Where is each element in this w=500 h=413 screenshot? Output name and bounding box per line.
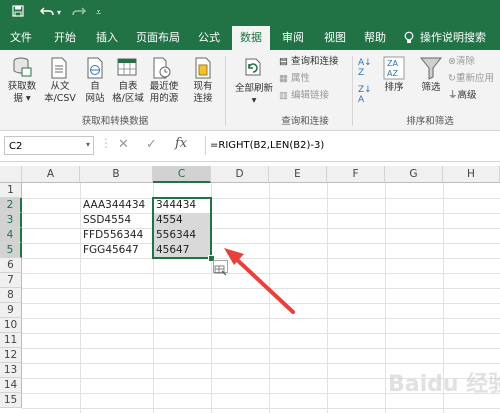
from-web-label-2: 网站 bbox=[85, 93, 105, 104]
formula-bar: C2 ▾ ⋮ ✕ ✓ fx =RIGHT(B2,LEN(B2)-3) bbox=[0, 131, 500, 162]
queries-connections-label: 查询和连接 bbox=[291, 56, 339, 67]
tell-me-search[interactable]: 操作说明搜索 bbox=[420, 26, 498, 50]
from-web-label-1: 自 bbox=[90, 81, 100, 92]
clear-filter-icon: ⊗ bbox=[448, 56, 456, 67]
advanced-filter-icon: ⏚ bbox=[448, 90, 458, 101]
enter-icon[interactable]: ✓ bbox=[146, 137, 157, 152]
group-separator bbox=[225, 56, 226, 126]
name-box[interactable]: C2 bbox=[4, 136, 94, 155]
watermark: Baidu 经验 bbox=[388, 372, 500, 397]
queries-connections-button[interactable]: ▤ 查询和连接 bbox=[279, 55, 339, 68]
clear-filter-button[interactable]: ⊗清除 bbox=[448, 55, 475, 68]
tab-review[interactable]: 审阅 bbox=[276, 26, 310, 50]
formula-input[interactable]: =RIGHT(B2,LEN(B2)-3) bbox=[205, 136, 497, 155]
recent-sources-button[interactable]: 最近使 用的源 bbox=[145, 81, 183, 105]
from-text-csv-button[interactable]: 从文 本/CSV bbox=[40, 81, 80, 105]
tab-file[interactable]: 文件 bbox=[4, 26, 38, 50]
get-data-icon bbox=[12, 56, 32, 82]
refresh-all-icon bbox=[240, 55, 264, 83]
existing-conn-label-2: 连接 bbox=[193, 93, 213, 104]
group-separator bbox=[352, 56, 353, 126]
properties-button[interactable]: ▦ 属性 bbox=[279, 72, 310, 85]
web-page-icon bbox=[86, 57, 104, 83]
lightbulb-icon bbox=[402, 26, 416, 50]
get-data-button[interactable]: 获取数 据 ▾ bbox=[4, 81, 40, 105]
redo-icon[interactable] bbox=[72, 0, 87, 26]
recent-sources-label-2: 用的源 bbox=[149, 93, 179, 104]
table-icon bbox=[117, 57, 137, 81]
existing-connections-button[interactable]: 现有 连接 bbox=[186, 81, 220, 105]
tab-page-layout[interactable]: 页面布局 bbox=[128, 26, 188, 50]
svg-text:ZA: ZA bbox=[387, 59, 398, 68]
spreadsheet-grid: A B C D E F G H 1 2 3 4 5 6 7 8 9 10 11 … bbox=[0, 166, 500, 413]
sort-z-a-icon[interactable]: Z↓ A bbox=[358, 85, 372, 105]
from-table-label-1: 自表 bbox=[118, 81, 138, 92]
ribbon-tabs: 文件 开始 插入 页面布局 公式 数据 审阅 视图 帮助 操作说明搜索 bbox=[0, 26, 500, 50]
tab-home[interactable]: 开始 bbox=[48, 26, 82, 50]
tab-view[interactable]: 视图 bbox=[318, 26, 352, 50]
tab-data[interactable]: 数据 bbox=[232, 26, 270, 50]
tab-insert[interactable]: 插入 bbox=[90, 26, 124, 50]
edit-links-button[interactable]: ▥ 编辑链接 bbox=[279, 89, 329, 102]
sort-button[interactable]: 排序 bbox=[378, 82, 410, 94]
group-label-queries: 查询和连接 bbox=[281, 116, 329, 127]
recent-sources-icon bbox=[152, 57, 172, 83]
properties-label: 属性 bbox=[291, 73, 311, 84]
from-web-button[interactable]: 自 网站 bbox=[80, 81, 110, 105]
advanced-filter-label: 高级 bbox=[457, 90, 477, 101]
get-data-label-2: 据 ▾ bbox=[13, 93, 31, 104]
customize-qat-icon[interactable]: ⩡ bbox=[96, 0, 101, 26]
clear-filter-label: 清除 bbox=[455, 56, 475, 67]
name-box-dropdown-icon[interactable]: ▾ bbox=[86, 140, 90, 149]
from-table-range-button[interactable]: 自表 格/区域 bbox=[108, 81, 148, 105]
tab-formulas[interactable]: 公式 bbox=[192, 26, 226, 50]
from-text-label-1: 从文 bbox=[50, 81, 70, 92]
text-file-icon bbox=[50, 57, 68, 83]
reapply-filter-label: 重新应用 bbox=[455, 73, 494, 84]
existing-connections-icon bbox=[194, 57, 212, 83]
queries-connections-icon: ▤ bbox=[279, 56, 288, 67]
ribbon: 获取数 据 ▾ 从文 本/CSV 自 网站 自表 格/区域 最近使 用的源 现有… bbox=[0, 50, 500, 131]
edit-links-icon: ▥ bbox=[279, 90, 288, 101]
svg-text:AZ: AZ bbox=[387, 69, 398, 78]
undo-icon[interactable] bbox=[39, 0, 54, 26]
from-table-label-2: 格/区域 bbox=[112, 93, 144, 104]
filter-button[interactable]: 筛选 bbox=[415, 82, 447, 94]
refresh-all-dropdown-icon: ▾ bbox=[251, 95, 257, 106]
filter-icon bbox=[419, 56, 443, 84]
save-icon[interactable] bbox=[12, 0, 24, 26]
reapply-filter-button[interactable]: ↻重新应用 bbox=[448, 72, 494, 85]
sort-a-z-icon[interactable]: A↓ Z bbox=[358, 58, 372, 78]
undo-dropdown-icon[interactable]: ▾ bbox=[57, 0, 61, 26]
group-label-sort-filter: 排序和筛选 bbox=[406, 116, 454, 127]
refresh-all-label: 全部刷新 bbox=[234, 83, 273, 94]
insert-function-icon[interactable]: fx bbox=[175, 136, 187, 151]
properties-icon: ▦ bbox=[279, 73, 288, 84]
title-bar: ▾ ⩡ bbox=[0, 0, 500, 26]
cancel-icon[interactable]: ✕ bbox=[118, 137, 129, 152]
advanced-filter-button[interactable]: ⏚高级 bbox=[448, 89, 477, 102]
recent-sources-label-1: 最近使 bbox=[149, 81, 179, 92]
from-text-label-2: 本/CSV bbox=[44, 93, 76, 104]
get-data-label-1: 获取数 bbox=[7, 81, 37, 92]
tab-help[interactable]: 帮助 bbox=[358, 26, 392, 50]
reapply-filter-icon: ↻ bbox=[448, 73, 456, 84]
sort-icon: ZA AZ bbox=[383, 56, 405, 84]
existing-conn-label-1: 现有 bbox=[193, 81, 213, 92]
more-options-icon: ⋮ bbox=[100, 136, 112, 150]
group-label-get-transform: 获取和转换数据 bbox=[81, 116, 149, 127]
edit-links-label: 编辑链接 bbox=[291, 90, 330, 101]
refresh-all-button[interactable]: 全部刷新 ▾ bbox=[229, 83, 279, 107]
